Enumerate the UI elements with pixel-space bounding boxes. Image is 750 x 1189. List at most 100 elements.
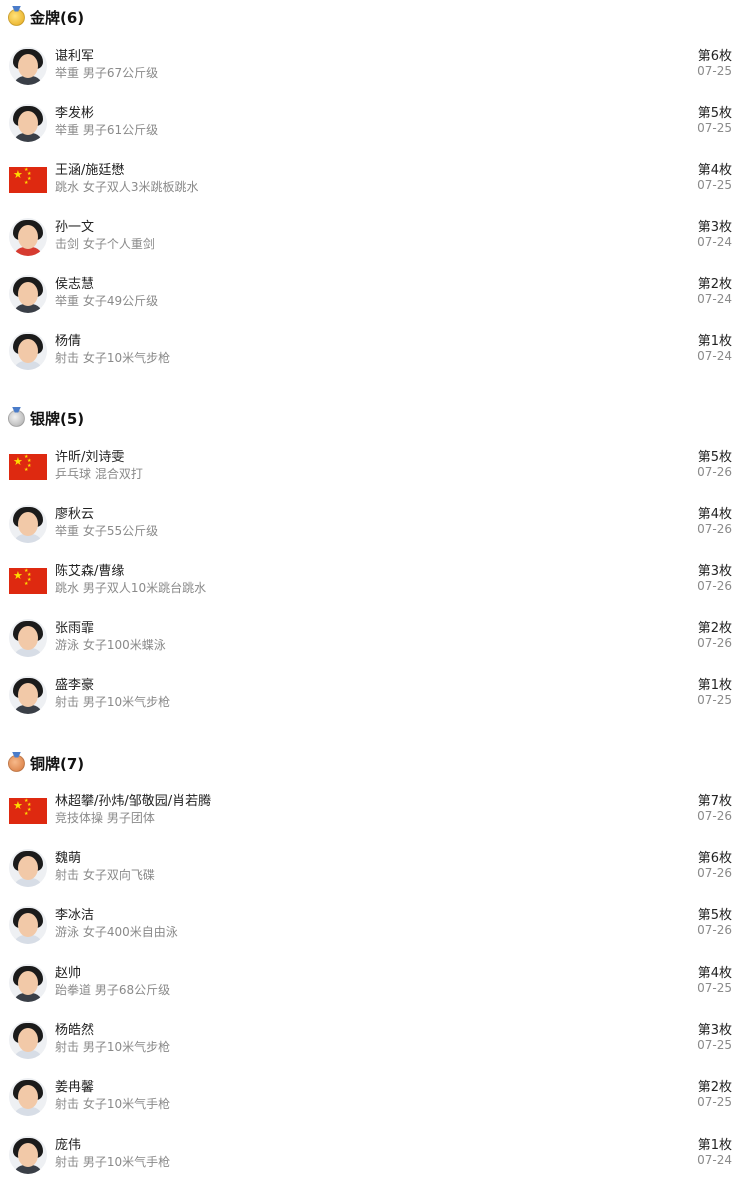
athlete-name: 李发彬	[55, 106, 95, 121]
medal-number: 第2枚	[697, 621, 732, 636]
athlete-avatar	[9, 1078, 47, 1116]
athlete-name: 张雨霏	[55, 621, 95, 636]
silver-medal-icon	[8, 409, 25, 427]
event-text: 射击 女子双向飞碟	[55, 868, 155, 882]
medal-row[interactable]: ★ ★ ★ ★ ★ 许昕/刘诗雯 乒乓球 混合双打 第5枚 07-26	[0, 437, 750, 494]
medal-row[interactable]: 张雨霏 游泳 女子100米蝶泳 第2枚 07-26	[0, 608, 750, 665]
medal-row[interactable]: ★ ★ ★ ★ ★ 王涵/施廷懋 跳水 女子双人3米跳板跳水 第4枚 07-25	[0, 150, 750, 207]
medal-number: 第4枚	[697, 966, 732, 981]
gold-section-title: 金牌(6)	[30, 8, 85, 27]
medal-date: 07-26	[697, 636, 732, 650]
bronze-section-header: 铜牌(7)	[0, 746, 750, 780]
medal-row[interactable]: ★ ★ ★ ★ ★ 林超攀/孙炜/邹敬园/肖若腾 竞技体操 男子团体 第7枚 0…	[0, 781, 750, 838]
athlete-name: 杨倩	[55, 334, 82, 349]
medal-number: 第4枚	[697, 507, 732, 522]
medal-row[interactable]: 魏萌 射击 女子双向飞碟 第6枚 07-26	[0, 838, 750, 895]
medal-row[interactable]: 盛李豪 射击 男子10米气步枪 第1枚 07-25	[0, 665, 750, 722]
athlete-name: 赵帅	[55, 966, 82, 981]
event-text: 举重 男子67公斤级	[55, 66, 159, 80]
medal-date: 07-25	[697, 121, 732, 135]
medal-number: 第4枚	[697, 163, 732, 178]
medal-row[interactable]: 李冰洁 游泳 女子400米自由泳 第5枚 07-26	[0, 895, 750, 952]
medal-date: 07-26	[697, 579, 732, 593]
athlete-avatar	[9, 619, 47, 657]
medal-date: 07-25	[697, 1038, 732, 1052]
event-text: 射击 男子10米气步枪	[55, 1040, 171, 1054]
medal-row[interactable]: 侯志慧 举重 女子49公斤级 第2枚 07-24	[0, 264, 750, 321]
athlete-avatar	[9, 676, 47, 714]
event-text: 举重 女子49公斤级	[55, 294, 159, 308]
silver-section: 银牌(5)	[0, 401, 750, 435]
athlete-name: 王涵/施廷懋	[55, 163, 125, 178]
medal-row[interactable]: 孙一文 击剑 女子个人重剑 第3枚 07-24	[0, 207, 750, 264]
athlete-name: 庞伟	[55, 1138, 82, 1153]
medal-number: 第3枚	[697, 564, 732, 579]
medal-number: 第1枚	[697, 334, 732, 349]
medal-date: 07-26	[697, 465, 732, 479]
medal-date: 07-26	[697, 866, 732, 880]
athlete-avatar	[9, 104, 47, 142]
medal-number: 第1枚	[697, 1138, 732, 1153]
china-flag-icon: ★ ★ ★ ★ ★	[9, 568, 47, 594]
medal-row[interactable]: 杨皓然 射击 男子10米气步枪 第3枚 07-25	[0, 1010, 750, 1067]
athlete-name: 盛李豪	[55, 678, 95, 693]
medal-date: 07-24	[697, 1153, 732, 1167]
medal-number: 第6枚	[697, 851, 732, 866]
medal-number: 第1枚	[697, 678, 732, 693]
athlete-name: 许昕/刘诗雯	[55, 450, 125, 465]
event-text: 射击 男子10米气手枪	[55, 1155, 171, 1169]
medal-row[interactable]: 姜冉馨 射击 女子10米气手枪 第2枚 07-25	[0, 1067, 750, 1124]
athlete-avatar	[9, 1136, 47, 1174]
event-text: 竞技体操 男子团体	[55, 811, 155, 825]
medal-row[interactable]: 李发彬 举重 男子61公斤级 第5枚 07-25	[0, 93, 750, 150]
athlete-avatar	[9, 505, 47, 543]
athlete-avatar	[9, 1021, 47, 1059]
gold-section: 金牌(6)	[0, 0, 750, 34]
medal-row[interactable]: 庞伟 射击 男子10米气手枪 第1枚 07-24	[0, 1125, 750, 1182]
medal-number: 第2枚	[697, 277, 732, 292]
medal-date: 07-26	[697, 522, 732, 536]
medal-date: 07-25	[697, 1095, 732, 1109]
athlete-avatar	[9, 275, 47, 313]
athlete-name: 廖秋云	[55, 507, 95, 522]
event-text: 举重 女子55公斤级	[55, 524, 159, 538]
athlete-name: 李冰洁	[55, 908, 95, 923]
athlete-avatar	[9, 906, 47, 944]
athlete-name: 陈艾森/曹缘	[55, 564, 125, 579]
silver-section-header: 银牌(5)	[0, 401, 750, 435]
medal-row[interactable]: 杨倩 射击 女子10米气步枪 第1枚 07-24	[0, 321, 750, 378]
medal-number: 第5枚	[697, 450, 732, 465]
medal-number: 第3枚	[697, 1023, 732, 1038]
event-text: 乒乓球 混合双打	[55, 467, 143, 481]
medal-date: 07-25	[697, 64, 732, 78]
event-text: 跳水 女子双人3米跳板跳水	[55, 180, 199, 194]
medal-date: 07-24	[697, 235, 732, 249]
medal-number: 第5枚	[697, 106, 732, 121]
athlete-avatar	[9, 849, 47, 887]
event-text: 射击 女子10米气步枪	[55, 351, 171, 365]
china-flag-icon: ★ ★ ★ ★ ★	[9, 167, 47, 193]
athlete-name: 谌利军	[55, 49, 95, 64]
medal-date: 07-25	[697, 981, 732, 995]
gold-medal-icon	[8, 8, 25, 26]
event-text: 游泳 女子400米自由泳	[55, 925, 178, 939]
medal-date: 07-25	[697, 178, 732, 192]
silver-section-title: 银牌(5)	[30, 409, 85, 428]
medal-row[interactable]: ★ ★ ★ ★ ★ 陈艾森/曹缘 跳水 男子双人10米跳台跳水 第3枚 07-2…	[0, 551, 750, 608]
medal-row[interactable]: 廖秋云 举重 女子55公斤级 第4枚 07-26	[0, 494, 750, 551]
athlete-name: 孙一文	[55, 220, 95, 235]
event-text: 游泳 女子100米蝶泳	[55, 638, 166, 652]
medal-date: 07-24	[697, 292, 732, 306]
bronze-medal-icon	[8, 754, 25, 772]
athlete-name: 姜冉馨	[55, 1080, 95, 1095]
athlete-avatar	[9, 332, 47, 370]
athlete-avatar	[9, 218, 47, 256]
bronze-section: 铜牌(7)	[0, 746, 750, 780]
medal-row[interactable]: 赵帅 跆拳道 男子68公斤级 第4枚 07-25	[0, 953, 750, 1010]
event-text: 击剑 女子个人重剑	[55, 237, 155, 251]
medal-row[interactable]: 谌利军 举重 男子67公斤级 第6枚 07-25	[0, 36, 750, 93]
medal-date: 07-26	[697, 923, 732, 937]
medal-number: 第2枚	[697, 1080, 732, 1095]
medal-number: 第5枚	[697, 908, 732, 923]
event-text: 跳水 男子双人10米跳台跳水	[55, 581, 207, 595]
